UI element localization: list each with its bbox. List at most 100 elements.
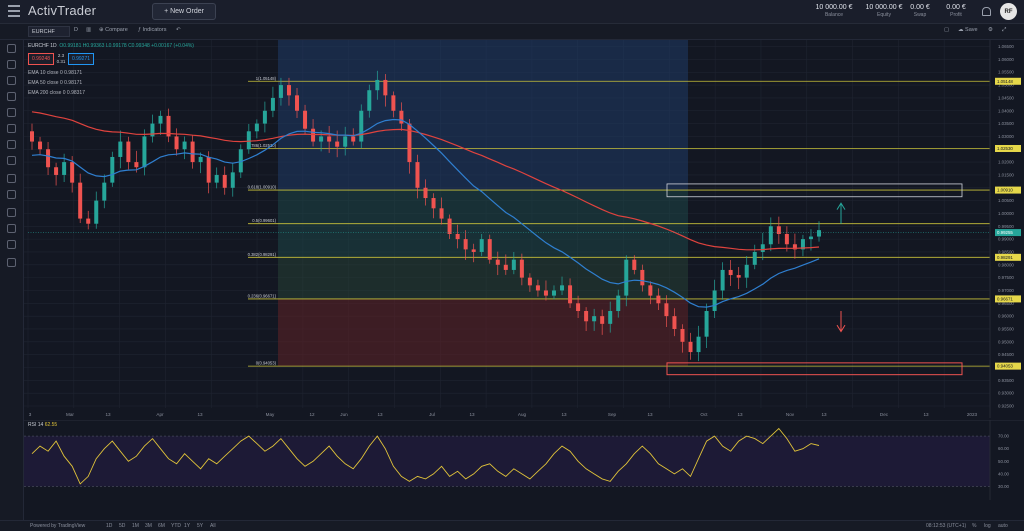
crosshair-icon[interactable] [7, 44, 16, 53]
percent-toggle[interactable]: % [972, 523, 976, 529]
timeframe-6m[interactable]: 6M [158, 523, 165, 529]
ema-10-legend[interactable]: EMA 10 close 0 0.98171 [28, 70, 82, 76]
candle-body [608, 311, 613, 324]
time-axis-label: Oct [700, 412, 708, 417]
candle-body [222, 174, 227, 188]
bell-icon[interactable] [982, 7, 991, 16]
fib-icon[interactable] [7, 156, 16, 165]
time-axis-label: 13 [923, 412, 929, 417]
magnet-icon[interactable] [7, 208, 16, 217]
candle-body [134, 162, 139, 168]
ema-200-text: EMA 200 close 0 0.98317 [28, 90, 85, 96]
candle-body [214, 174, 219, 183]
fib-level-label: 0.618(1.00910) [248, 185, 277, 190]
candle-body [351, 136, 356, 142]
candle-body [688, 341, 693, 353]
new-order-button[interactable]: + New Order [152, 3, 216, 20]
candle-body [768, 226, 773, 245]
candle-body [447, 218, 452, 234]
swap-value: 0.00 € [910, 4, 930, 11]
candle-body [190, 141, 195, 163]
menu-icon[interactable] [8, 5, 20, 17]
candle-body [86, 218, 91, 224]
price-tick-label: 1.04500 [998, 95, 1014, 100]
price-tick-label: 1.06500 [998, 44, 1014, 49]
fib-price-tag-text: 1.02530 [997, 146, 1013, 151]
candle-body [158, 115, 163, 124]
timeframe-ytd[interactable]: YTD [171, 523, 181, 529]
timeframe-all[interactable]: All [210, 523, 216, 529]
buy-button[interactable]: 0.99271 [68, 53, 94, 65]
eye-icon[interactable] [7, 240, 16, 249]
candle-body [407, 123, 412, 163]
candle-body [543, 290, 548, 296]
trash-icon[interactable] [7, 258, 16, 267]
candle-body [303, 110, 308, 129]
indicators-button[interactable]: ƒ Indicators [138, 27, 166, 33]
cloud-icon[interactable]: ☁ Save [958, 27, 978, 33]
timeframe-1m[interactable]: 1M [132, 523, 139, 529]
rsi-chart[interactable]: 70.00 60.00 50.00 40.00 30.00 [24, 420, 1024, 500]
candle-body [182, 141, 187, 150]
ema-200-legend[interactable]: EMA 200 close 0 0.98317 [28, 90, 85, 96]
candle-body [383, 79, 388, 96]
candle-body [784, 233, 789, 245]
candle-body [54, 167, 59, 175]
settings-icon[interactable]: ⚙ [988, 27, 993, 33]
text-icon[interactable] [7, 92, 16, 101]
candle-body [399, 110, 404, 124]
ruler-icon[interactable] [7, 174, 16, 183]
fullscreen-icon[interactable]: ▢ [944, 27, 949, 33]
log-toggle[interactable]: log [984, 523, 991, 529]
timeframe-1y[interactable]: 1Y [184, 523, 190, 529]
price-chart[interactable]: 1(1.05148)0.786(1.02530)0.618(1.00910)0.… [24, 40, 1024, 418]
candle-body [30, 131, 34, 142]
profit-stat[interactable]: 0.00 € Profit [942, 4, 970, 18]
clock: 08:12:53 (UTC+1) [926, 523, 967, 529]
auto-toggle[interactable]: auto [998, 523, 1008, 529]
candle-body [198, 156, 203, 163]
trendline-icon[interactable] [7, 60, 16, 69]
timeframe-5d[interactable]: 5D [119, 523, 125, 529]
time-axis-label: 2023 [967, 412, 978, 417]
zoom-icon[interactable] [7, 190, 16, 199]
timeframe-1d[interactable]: 1D [106, 523, 112, 529]
candle-body [808, 236, 813, 240]
candle-body [471, 249, 476, 252]
undo-icon[interactable]: ↶ [176, 27, 181, 33]
snapshot-icon[interactable]: ⤢ [1002, 27, 1006, 34]
timeframe-3m[interactable]: 3M [145, 523, 152, 529]
legend-title: EURCHF 1D O0.99181 H0.99363 L0.99178 C0.… [28, 43, 194, 49]
price-tick-label: 1.00000 [998, 211, 1014, 216]
pattern-icon[interactable] [7, 108, 16, 117]
fib-price-tag-text: 0.98291 [997, 255, 1013, 260]
prediction-icon[interactable] [7, 124, 16, 133]
sell-button[interactable]: 0.99248 [28, 53, 54, 65]
candle-body [664, 303, 669, 317]
time-axis-label: 13 [105, 412, 111, 417]
ema-50-legend[interactable]: EMA 50 close 0 0.98171 [28, 80, 82, 86]
price-tick-label: 1.01500 [998, 172, 1014, 177]
price-tick-label: 1.02000 [998, 160, 1014, 165]
price-tick-label: 0.92500 [998, 404, 1014, 409]
candle-body [230, 172, 235, 188]
rsi-value: 62.55 [44, 422, 58, 428]
swap-stat: 0.00 € Swap [908, 4, 932, 18]
balance-label: Balance [824, 12, 844, 18]
symbol-search-input[interactable]: EURCHF [28, 26, 70, 37]
price-tick-label: 1.03000 [998, 134, 1014, 139]
interval-button[interactable]: D [74, 27, 78, 33]
fib-price-tag-text: 0.94053 [997, 364, 1013, 369]
candles-icon[interactable]: ▥ [86, 27, 91, 33]
candle-body [640, 269, 645, 286]
candle-body [712, 290, 717, 312]
brush-icon[interactable] [7, 76, 16, 85]
timeframe-5y[interactable]: 5Y [197, 523, 203, 529]
app-logo: ActivTrader [28, 3, 97, 18]
compare-button[interactable]: ⊕ Compare [99, 27, 128, 33]
price-tick-label: 0.99000 [998, 237, 1014, 242]
shapes-icon[interactable] [7, 140, 16, 149]
candle-body [126, 141, 131, 163]
avatar[interactable]: RF [1000, 3, 1017, 20]
lock-icon[interactable] [7, 224, 16, 233]
